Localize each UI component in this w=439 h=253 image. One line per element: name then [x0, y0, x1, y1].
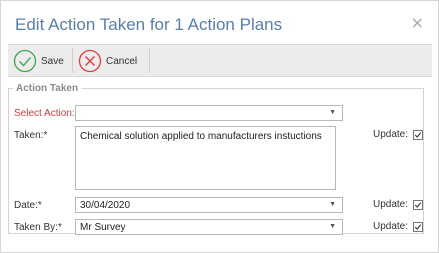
taken-by-value: Mr Survey: [80, 222, 126, 233]
toolbar-divider: [72, 48, 73, 73]
taken-by-dropdown[interactable]: Mr Survey ▼: [75, 219, 343, 235]
chevron-down-icon: ▼: [329, 223, 336, 230]
date-update-checkbox[interactable]: [413, 199, 424, 210]
taken-by-update-label: Update:: [373, 221, 409, 232]
select-action-label: Select Action:: [14, 108, 75, 119]
date-update: Update:: [373, 199, 424, 210]
taken-textarea[interactable]: Chemical solution applied to manufacture…: [75, 126, 336, 190]
date-dropdown[interactable]: 30/04/2020 ▼: [75, 197, 343, 213]
date-update-label: Update:: [373, 199, 409, 210]
taken-label: Taken:*: [14, 130, 48, 141]
checkmark-icon: [414, 131, 422, 138]
group-legend: Action Taken: [16, 83, 79, 94]
taken-update-checkbox[interactable]: [413, 129, 424, 140]
dialog-title: Edit Action Taken for 1 Action Plans: [15, 15, 283, 34]
taken-value: Chemical solution applied to manufacture…: [80, 131, 322, 142]
x-circle-icon: [78, 49, 102, 73]
taken-by-update-checkbox[interactable]: [413, 221, 424, 232]
date-value: 30/04/2020: [80, 200, 131, 211]
check-circle-icon: [13, 49, 37, 73]
edit-action-taken-dialog: Edit Action Taken for 1 Action Plans × S…: [0, 0, 439, 253]
taken-update-label: Update:: [373, 129, 409, 140]
close-icon[interactable]: ×: [411, 13, 424, 32]
cancel-label: Cancel: [106, 55, 138, 67]
save-label: Save: [41, 55, 64, 67]
chevron-down-icon: ▼: [329, 109, 336, 116]
checkmark-icon: [414, 201, 422, 208]
taken-update: Update:: [373, 129, 424, 140]
toolbar-divider: [149, 48, 150, 73]
select-action-dropdown[interactable]: ▼: [75, 105, 343, 121]
date-label: Date:*: [14, 200, 42, 211]
taken-by-update: Update:: [373, 221, 424, 232]
taken-by-label: Taken By:*: [14, 222, 62, 233]
toolbar: Save Cancel: [8, 44, 432, 77]
save-button[interactable]: Save: [13, 48, 64, 74]
cancel-button[interactable]: Cancel: [78, 48, 137, 74]
chevron-down-icon: ▼: [329, 201, 336, 208]
checkmark-icon: [414, 223, 422, 230]
